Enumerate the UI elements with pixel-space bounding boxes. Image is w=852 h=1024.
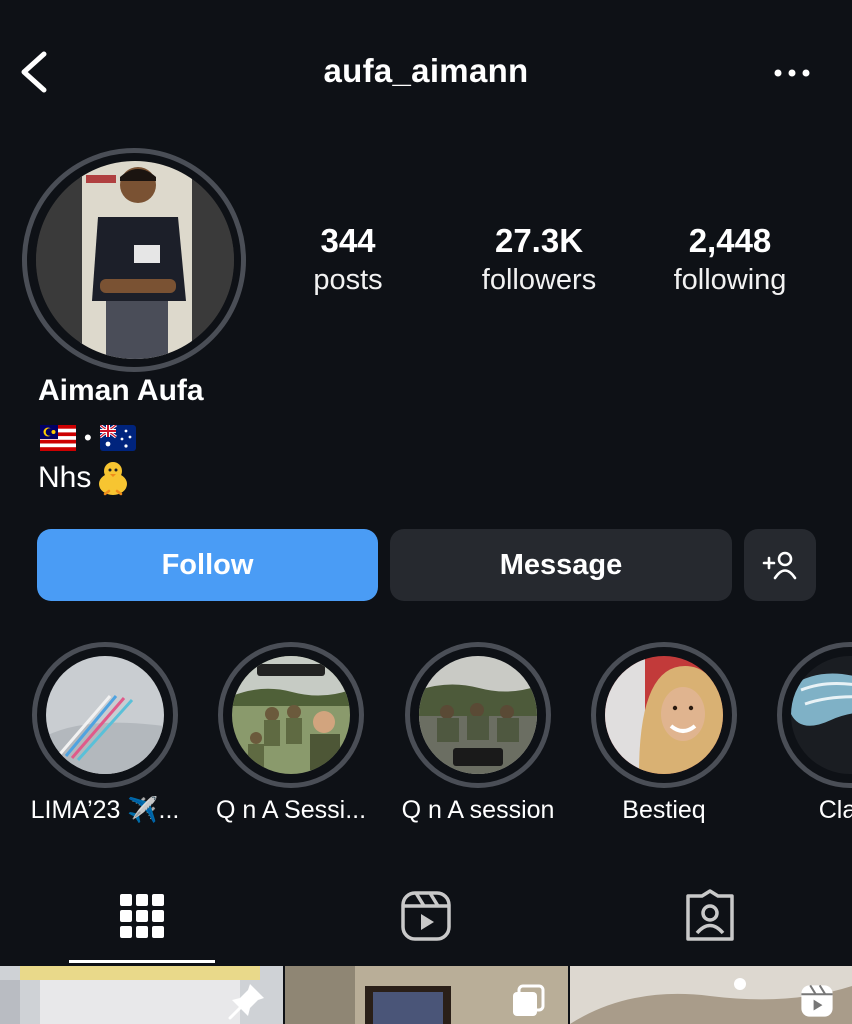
- bio-flags: •: [40, 422, 136, 454]
- posts-label: posts: [313, 264, 383, 296]
- pin-icon: [228, 984, 264, 1020]
- post-thumbnail[interactable]: [570, 966, 852, 1024]
- highlight-cover: [605, 656, 723, 774]
- more-options-button[interactable]: [772, 60, 812, 86]
- tab-posts-grid[interactable]: [114, 888, 170, 944]
- highlight-item[interactable]: Q n A Sessi...: [216, 642, 366, 824]
- active-tab-indicator: [69, 960, 215, 963]
- highlight-item[interactable]: Bestieq: [591, 642, 737, 824]
- header: aufa_aimann: [0, 0, 852, 140]
- baby-chick-icon: [99, 462, 128, 496]
- highlight-ring: [777, 642, 852, 788]
- highlight-item[interactable]: Class: [777, 642, 852, 824]
- grid-icon: [120, 894, 164, 938]
- australia-flag-icon: [99, 425, 136, 451]
- following-count: 2,448: [688, 222, 772, 259]
- post-thumbnail[interactable]: [0, 966, 283, 1024]
- flag-separator: •: [84, 425, 92, 450]
- highlight-ring: [218, 642, 364, 788]
- highlight-ring: [405, 642, 551, 788]
- avatar[interactable]: [36, 161, 234, 359]
- page-title: aufa_aimann: [323, 52, 529, 89]
- reels-icon: [401, 891, 451, 941]
- highlight-cover: [791, 656, 852, 774]
- profile-name: Aiman Aufa: [38, 374, 204, 407]
- tab-tagged[interactable]: [682, 888, 738, 944]
- highlight-item[interactable]: Q n A session: [402, 642, 554, 824]
- highlight-cover: [419, 656, 537, 774]
- highlight-label: Bestieq: [622, 796, 706, 824]
- posts-count: 344: [320, 222, 376, 259]
- profile-page: aufa_aimann 344 posts 27.3K followers 2,…: [0, 0, 852, 1024]
- highlight-cover: [46, 656, 164, 774]
- more-horizontal-icon: [774, 69, 810, 77]
- bio-text: Nhs: [38, 458, 133, 498]
- highlight-label: Q n A Sessi...: [215, 796, 367, 824]
- add-user-icon: [762, 551, 797, 580]
- highlight-label: LIMA’23 ✈️...: [30, 796, 180, 824]
- followers-label: followers: [481, 264, 597, 296]
- followers-stat[interactable]: 27.3K followers: [459, 222, 619, 300]
- highlight-cover: [232, 656, 350, 774]
- carousel-icon: [513, 984, 545, 1016]
- reel-post-icon: [801, 984, 833, 1017]
- highlight-label: Q n A session: [401, 796, 555, 824]
- following-stat[interactable]: 2,448 following: [650, 222, 810, 300]
- follow-button[interactable]: Follow: [37, 529, 378, 601]
- highlight-item[interactable]: LIMA’23 ✈️...: [31, 642, 179, 824]
- highlight-ring: [591, 642, 737, 788]
- suggest-users-button[interactable]: [744, 529, 816, 601]
- tab-reels[interactable]: [398, 888, 454, 944]
- malaysia-flag-icon: [40, 425, 76, 451]
- highlight-label: Class: [818, 796, 852, 824]
- followers-count: 27.3K: [494, 222, 584, 259]
- following-label: following: [673, 264, 787, 296]
- tagged-icon: [686, 889, 734, 941]
- avatar-photo: [36, 161, 234, 359]
- posts-stat[interactable]: 344 posts: [288, 222, 408, 300]
- highlight-ring: [32, 642, 178, 788]
- post-thumbnail[interactable]: [285, 966, 568, 1024]
- bio-line: Nhs: [38, 461, 92, 494]
- message-button[interactable]: Message: [390, 529, 732, 601]
